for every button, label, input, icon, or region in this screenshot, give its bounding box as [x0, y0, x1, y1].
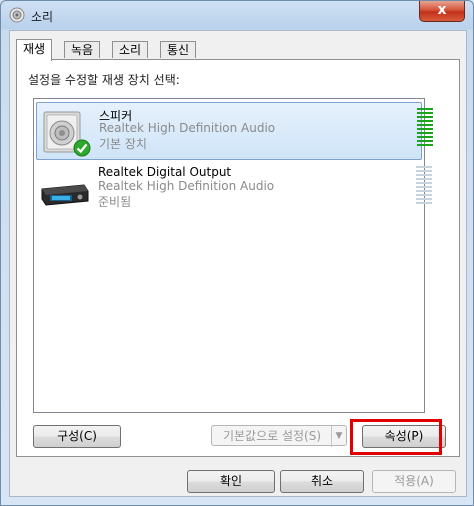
speaker-app-icon	[9, 7, 25, 23]
device-item-digital-output[interactable]: Realtek Digital Output Realtek High Defi…	[36, 161, 432, 217]
playback-panel: 설정을 수정할 재생 장치 선택: 스피커 Realtek High Defin…	[16, 59, 460, 457]
instructions-label: 설정을 수정할 재생 장치 선택:	[28, 73, 180, 87]
volume-meter	[417, 108, 433, 152]
tab-sounds[interactable]: 소리	[112, 41, 149, 58]
check-icon	[73, 139, 91, 157]
window-title: 소리	[31, 10, 54, 24]
configure-button[interactable]: 구성(C)	[33, 425, 121, 448]
tab-communications[interactable]: 통신	[160, 41, 197, 58]
device-list[interactable]: 스피커 Realtek High Definition Audio 기본 장치	[33, 98, 433, 413]
close-button[interactable]: x	[419, 1, 465, 22]
tab-recording[interactable]: 녹음	[64, 41, 101, 58]
properties-highlight-box	[350, 419, 442, 455]
device-driver: Realtek High Definition Audio	[98, 179, 275, 193]
ok-button[interactable]: 확인	[187, 470, 275, 493]
apply-button: 적용(A)	[372, 470, 456, 493]
digital-output-icon	[41, 184, 89, 206]
device-name: Realtek Digital Output	[98, 165, 232, 179]
cancel-button[interactable]: 취소	[280, 470, 364, 493]
device-item-speakers[interactable]: 스피커 Realtek High Definition Audio 기본 장치	[36, 102, 433, 160]
volume-meter	[416, 166, 432, 210]
sound-dialog: 소리 x 재생 녹음 소리 통신 설정을 수정할 재생 장치 선택: 스피커 R…	[0, 0, 474, 506]
device-status: 기본 장치	[99, 137, 147, 151]
set-default-split-button: 기본값으로 설정(S) ▼	[211, 425, 347, 447]
device-status: 준비됨	[98, 195, 132, 209]
chevron-down-icon: ▼	[331, 426, 346, 447]
title-bar[interactable]: 소리 x	[1, 1, 473, 29]
set-default-label: 기본값으로 설정(S)	[222, 429, 322, 443]
tab-playback[interactable]: 재생	[16, 39, 53, 61]
device-driver: Realtek High Definition Audio	[99, 121, 276, 135]
